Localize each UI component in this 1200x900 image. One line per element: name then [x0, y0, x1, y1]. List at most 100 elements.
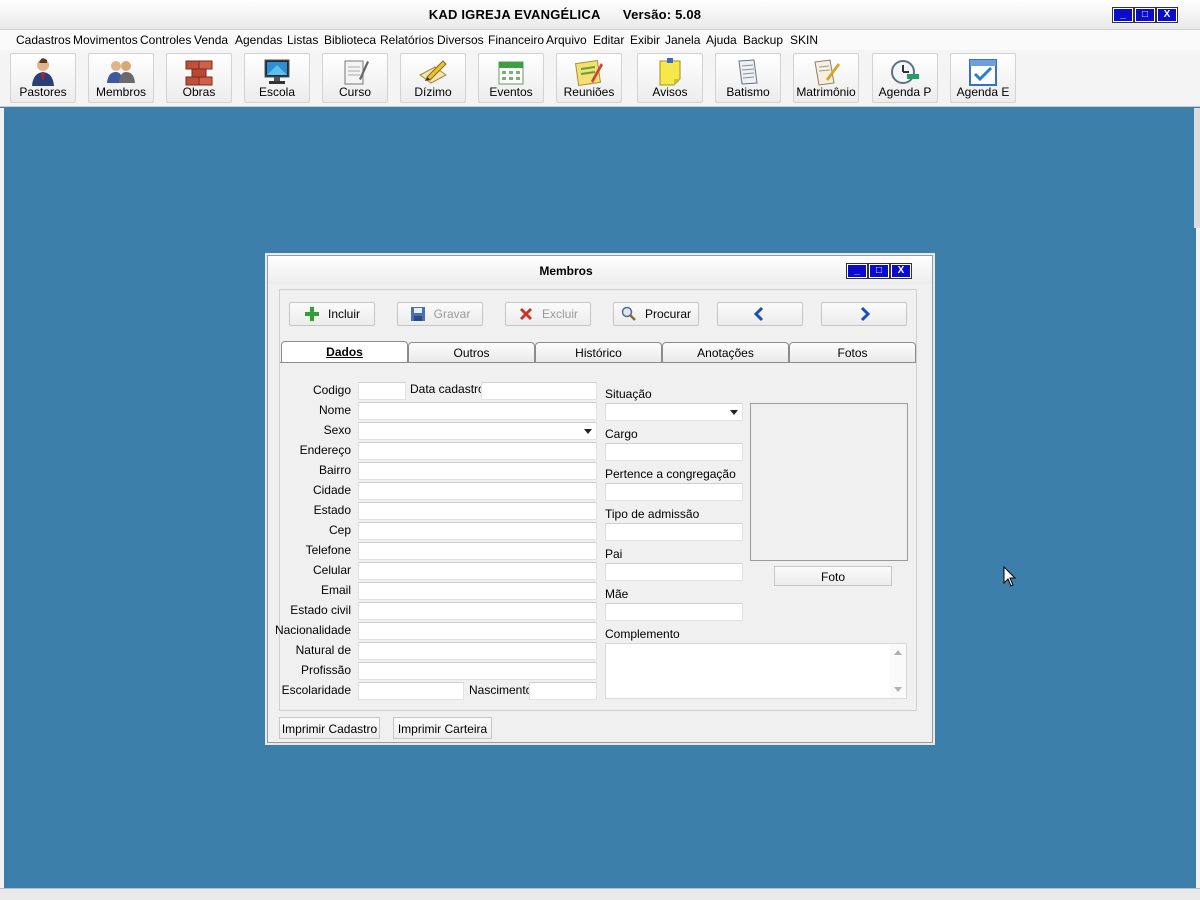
calendar-icon	[498, 61, 524, 85]
estado-field[interactable]	[358, 502, 597, 520]
codigo-field[interactable]	[358, 382, 406, 400]
bairro-label: Bairro	[318, 463, 351, 477]
pai-label: Pai	[605, 547, 623, 561]
toolbar-label: Pastores	[19, 85, 67, 99]
menu-arquivo[interactable]: Arquivo	[546, 33, 587, 47]
menu-janela[interactable]: Janela	[665, 33, 700, 47]
tab-dados[interactable]: Dados	[281, 341, 408, 363]
incluir-button[interactable]: Incluir	[289, 302, 375, 326]
tab-fotos[interactable]: Fotos	[789, 342, 916, 362]
celular-label: Celular	[312, 563, 351, 577]
estado-civil-label: Estado civil	[290, 603, 351, 617]
menu-backup[interactable]: Backup	[743, 33, 783, 47]
members-icon	[107, 61, 135, 83]
previous-record-button[interactable]	[717, 302, 803, 326]
close-button[interactable]: X	[1156, 7, 1178, 23]
toolbar-membros-button[interactable]: Membros	[88, 53, 154, 103]
nascimento-field[interactable]	[529, 682, 597, 700]
toolbar-agenda-e-button[interactable]: Agenda E	[950, 53, 1016, 103]
endereco-field[interactable]	[358, 442, 597, 460]
sexo-select[interactable]	[358, 422, 597, 440]
foto-button[interactable]: Foto	[774, 566, 892, 586]
member-photo	[750, 403, 908, 561]
toolbar-matrimonio-button[interactable]: Matrimônio	[793, 53, 859, 103]
maximize-button[interactable]: □	[868, 263, 890, 279]
natural-de-field[interactable]	[358, 642, 597, 660]
nome-field[interactable]	[358, 402, 597, 420]
congregacao-field[interactable]	[605, 483, 743, 501]
tipo-admissao-field[interactable]	[605, 523, 743, 541]
menu-diversos[interactable]: Diversos	[437, 33, 484, 47]
tab-divider	[280, 362, 916, 363]
pai-field[interactable]	[605, 563, 743, 581]
sticky-note-icon	[659, 58, 681, 86]
escolaridade-field[interactable]	[358, 682, 464, 700]
toolbar-label: Curso	[338, 85, 371, 99]
complemento-scrollbar[interactable]	[890, 644, 906, 698]
estado-civil-field[interactable]	[358, 602, 597, 620]
document-icon	[738, 59, 758, 85]
menu-skin[interactable]: SKIN	[790, 33, 818, 47]
tab-anotacoes[interactable]: Anotações	[662, 342, 789, 362]
gravar-button[interactable]: Gravar	[397, 302, 483, 326]
minimize-button[interactable]: _	[1112, 7, 1134, 23]
celular-field[interactable]	[358, 562, 597, 580]
next-record-button[interactable]	[821, 302, 907, 326]
toolbar-agenda-p-button[interactable]: Agenda P	[872, 53, 938, 103]
toolbar-avisos-button[interactable]: Avisos	[637, 53, 703, 103]
cidade-field[interactable]	[358, 482, 597, 500]
cargo-field[interactable]	[605, 443, 743, 461]
data-cadastro-field[interactable]	[481, 382, 597, 400]
scroll-down-icon[interactable]	[894, 687, 902, 692]
toolbar-label: Eventos	[489, 85, 533, 99]
menu-editar[interactable]: Editar	[593, 33, 624, 47]
close-button[interactable]: X	[890, 263, 912, 279]
mae-field[interactable]	[605, 603, 743, 621]
imprimir-cadastro-button[interactable]: Imprimir Cadastro	[279, 717, 380, 739]
cep-field[interactable]	[358, 522, 597, 540]
nacionalidade-field[interactable]	[358, 622, 597, 640]
menu-cadastros[interactable]: Cadastros	[16, 33, 71, 47]
bairro-field[interactable]	[358, 462, 597, 480]
toolbar-batismo-button[interactable]: Batismo	[715, 53, 781, 103]
procurar-button[interactable]: Procurar	[613, 302, 699, 326]
save-icon	[410, 307, 425, 321]
toolbar-pastores-button[interactable]: Pastores	[10, 53, 76, 103]
toolbar-dizimo-button[interactable]: Dízimo	[400, 53, 466, 103]
telefone-field[interactable]	[358, 542, 597, 560]
natural-de-label: Natural de	[295, 643, 351, 657]
scroll-up-icon[interactable]	[894, 650, 902, 655]
toolbar-reunioes-button[interactable]: Reuniões	[556, 53, 622, 103]
menu-financeiro[interactable]: Financeiro	[488, 33, 544, 47]
tab-historico[interactable]: Histórico	[535, 342, 662, 362]
tab-outros[interactable]: Outros	[408, 342, 535, 362]
menu-controles[interactable]: Controles	[140, 33, 191, 47]
toolbar-label: Dízimo	[414, 85, 452, 99]
excluir-button[interactable]: Excluir	[505, 302, 591, 326]
menu-ajuda[interactable]: Ajuda	[706, 33, 737, 47]
menu-exibir[interactable]: Exibir	[630, 33, 660, 47]
toolbar-eventos-button[interactable]: Eventos	[478, 53, 544, 103]
toolbar-escola-button[interactable]: Escola	[244, 53, 310, 103]
toolbar-curso-button[interactable]: Curso	[322, 53, 388, 103]
menu-movimentos[interactable]: Movimentos	[73, 33, 138, 47]
membros-title: Membros	[539, 264, 593, 278]
minimize-button[interactable]: _	[846, 263, 868, 279]
profissao-field[interactable]	[358, 662, 597, 680]
menu-agendas[interactable]: Agendas	[235, 33, 282, 47]
complemento-textarea[interactable]	[605, 643, 907, 699]
situacao-select[interactable]	[605, 403, 743, 421]
toolbar-obras-button[interactable]: Obras	[166, 53, 232, 103]
menu-listas[interactable]: Listas	[287, 33, 318, 47]
toolbar-label: Matrimônio	[796, 85, 856, 99]
menu-biblioteca[interactable]: Biblioteca	[324, 33, 376, 47]
menu-relatorios[interactable]: Relatórios	[380, 33, 434, 47]
imprimir-carteira-button[interactable]: Imprimir Carteira	[393, 717, 492, 739]
menu-venda[interactable]: Venda	[194, 33, 228, 47]
profissao-label: Profissão	[300, 663, 351, 677]
email-field[interactable]	[358, 582, 597, 600]
toolbar: Pastores Membros Obras Escola Curso Dízi…	[0, 50, 1200, 107]
membros-window-controls: _ □ X	[846, 263, 912, 279]
maximize-button[interactable]: □	[1134, 7, 1156, 23]
main-window-controls: _ □ X	[1112, 7, 1178, 23]
